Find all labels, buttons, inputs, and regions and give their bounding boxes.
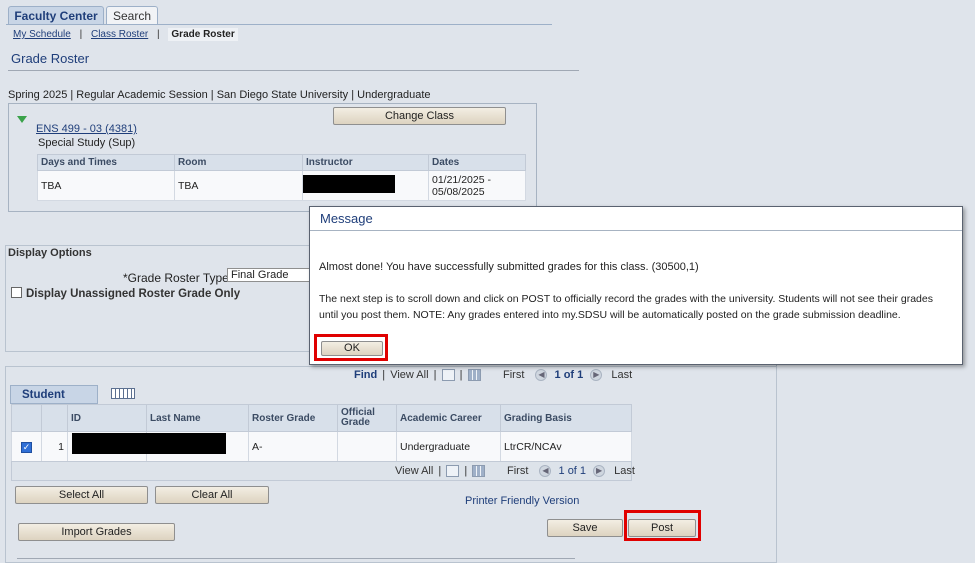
tab-faculty-center[interactable]: Faculty Center: [8, 6, 104, 25]
view-all-link[interactable]: View All: [390, 369, 428, 381]
dates-start: 01/21/2025 -: [432, 173, 491, 186]
row-checkbox[interactable]: ✓: [21, 441, 32, 453]
dialog-line-3: until you post them. NOTE: Any grades en…: [319, 309, 901, 321]
next-arrow-icon[interactable]: ▶: [593, 465, 606, 478]
official-grade: [337, 431, 397, 462]
breadcrumb-grade-roster: Grade Roster: [168, 28, 238, 41]
dialog-line-1: Almost done! You have successfully submi…: [319, 261, 699, 273]
student-redaction: [72, 433, 226, 454]
breadcrumb: My Schedule | Class Roster | Grade Roste…: [13, 28, 238, 41]
unassigned-checkbox[interactable]: [11, 287, 22, 298]
meeting-table: Days and Times Room Instructor Dates TBA…: [37, 154, 526, 201]
column-header: Academic Career: [396, 404, 501, 432]
grading-basis: LtrCR/NCAv: [500, 431, 632, 462]
display-options-heading: Display Options: [8, 247, 92, 259]
unassigned-label: Display Unassigned Roster Grade Only: [26, 288, 241, 300]
page-range: 1 of 1: [554, 369, 584, 381]
dialog-title: Message: [310, 207, 962, 231]
zoom-icon[interactable]: [441, 369, 455, 382]
first-label: First: [503, 369, 525, 381]
grid-pager-top: First ◀ 1 of 1 ▶ Last: [503, 369, 633, 382]
page-range: 1 of 1: [558, 465, 587, 477]
academic-career: Undergraduate: [396, 431, 501, 462]
grid-nav-top: Find | View All | |: [354, 369, 481, 382]
view-all-link[interactable]: View All: [395, 465, 433, 477]
dates-end: 05/08/2025: [432, 185, 485, 198]
instructor-redaction: [303, 175, 395, 193]
clear-all-button[interactable]: Clear All: [155, 486, 269, 504]
column-header: Dates: [428, 154, 526, 171]
dialog-line-2: The next step is to scroll down and clic…: [319, 293, 933, 305]
zoom-icon[interactable]: [446, 465, 460, 478]
breadcrumb-separator: |: [79, 29, 83, 40]
column-header: Days and Times: [37, 154, 175, 171]
row-checkbox-cell: ✓: [11, 431, 42, 462]
page-title: Grade Roster: [11, 51, 90, 66]
download-icon[interactable]: [467, 369, 481, 382]
tab-divider: [6, 24, 552, 25]
previous-arrow-icon[interactable]: ◀: [535, 369, 548, 382]
bottom-rule: [17, 558, 575, 559]
row-number: 1: [41, 431, 68, 462]
breadcrumb-my-schedule[interactable]: My Schedule: [13, 29, 71, 40]
column-header: Grading Basis: [500, 404, 632, 432]
title-rule: [8, 70, 579, 71]
save-button[interactable]: Save: [547, 519, 623, 537]
tab-search[interactable]: Search: [106, 6, 158, 25]
column-header: Last Name: [146, 404, 249, 432]
last-label: Last: [611, 369, 633, 381]
last-label: Last: [614, 465, 635, 477]
class-link[interactable]: ENS 499 - 03 (4381): [36, 123, 137, 135]
next-arrow-icon[interactable]: ▶: [590, 369, 603, 382]
post-highlight-box: [624, 510, 701, 541]
first-label: First: [507, 465, 529, 477]
grid-nav-bottom: View All | |: [395, 465, 486, 478]
column-header: ID: [67, 404, 147, 432]
import-grades-button[interactable]: Import Grades: [18, 523, 175, 541]
column-header: Official Grade: [337, 404, 397, 432]
roster-type-label: *Grade Roster Type: [123, 271, 229, 285]
download-icon[interactable]: [472, 465, 486, 478]
column-header: Room: [174, 154, 303, 171]
previous-arrow-icon[interactable]: ◀: [539, 465, 552, 478]
breadcrumb-class-roster[interactable]: Class Roster: [91, 29, 148, 40]
column-header: Instructor: [302, 154, 429, 171]
column-header: Roster Grade: [248, 404, 338, 432]
find-link[interactable]: Find: [354, 369, 377, 381]
column-header: [11, 404, 42, 432]
meeting-dates: 01/21/2025 - 05/08/2025: [428, 170, 526, 201]
class-description: Special Study (Sup): [38, 137, 136, 149]
change-class-button[interactable]: Change Class: [333, 107, 506, 125]
tab-student-grade[interactable]: Student Grade: [10, 385, 98, 419]
term-line: Spring 2025 | Regular Academic Session |…: [8, 89, 431, 101]
show-all-columns-icon[interactable]: [111, 388, 135, 399]
select-all-button[interactable]: Select All: [15, 486, 148, 504]
meeting-days: TBA: [37, 170, 175, 201]
ok-highlight-box: [314, 334, 388, 361]
collapse-triangle-icon[interactable]: [17, 116, 27, 123]
roster-type-select[interactable]: Final Grade: [227, 268, 312, 282]
breadcrumb-separator: |: [157, 29, 160, 40]
column-header: [41, 404, 68, 432]
roster-grade[interactable]: A-: [248, 431, 338, 462]
grid-pager-bottom: First ◀ 1 of 1 ▶ Last: [507, 465, 635, 478]
message-dialog: Message Almost done! You have successful…: [309, 206, 963, 365]
printer-friendly-link[interactable]: Printer Friendly Version: [465, 495, 579, 507]
meeting-room: TBA: [174, 170, 303, 201]
